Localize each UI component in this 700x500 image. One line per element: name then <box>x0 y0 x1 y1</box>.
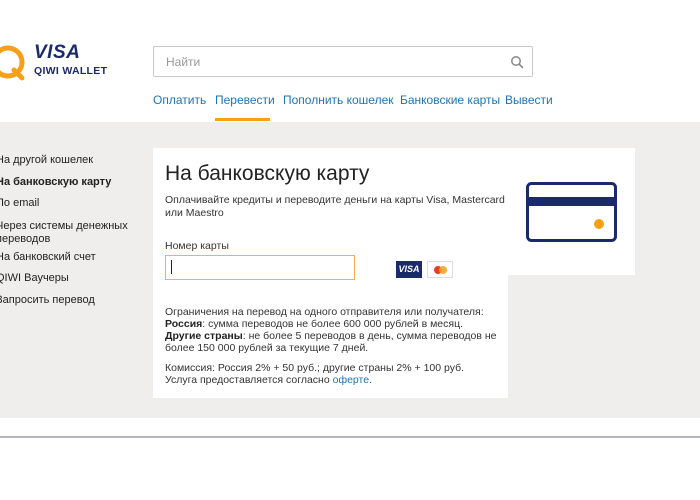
nav-active-indicator <box>215 118 270 121</box>
limits-russia-label: Россия <box>165 318 203 330</box>
sidebar-item-email[interactable]: По email <box>0 197 39 210</box>
header: VISA QIWI WALLET Оплатить Перевести Попо… <box>0 0 700 122</box>
limits-intro: Ограничения на перевод на одного отправи… <box>165 306 484 318</box>
sidebar-item-request-transfer[interactable]: Запросить перевод <box>0 294 95 307</box>
bank-card-illustration-icon <box>526 182 617 242</box>
search-box[interactable] <box>153 46 533 77</box>
sidebar-item-bank-account[interactable]: На банковский счет <box>0 251 96 264</box>
logo-qiwi-text: QIWI WALLET <box>34 65 108 77</box>
sidebar-item-money-transfer-line2: переводов <box>0 233 51 245</box>
nav-bank-cards[interactable]: Банковские карты <box>400 93 500 107</box>
sidebar-item-other-wallet[interactable]: На другой кошелек <box>0 154 93 167</box>
nav-transfer[interactable]: Перевести <box>215 93 275 107</box>
transfer-panel: На банковскую карту Оплачивайте кредиты … <box>153 148 508 398</box>
limits-other-label: Другие страны <box>165 330 243 342</box>
service-terms: Услуга предоставляется согласно оферте. <box>165 374 505 386</box>
limits-russia-text: : сумма переводов не более 600 000 рубле… <box>202 318 464 330</box>
offer-link[interactable]: оферте <box>333 374 369 386</box>
service-terms-text: Услуга предоставляется согласно <box>165 374 333 386</box>
footer-divider <box>0 436 700 438</box>
visa-card-icon: VISA <box>396 261 422 278</box>
sidebar-item-money-transfer-line1: Через системы денежных <box>0 220 128 232</box>
limits-russia: Россия: сумма переводов не более 600 000… <box>165 318 505 330</box>
visa-qiwi-wallet-logo[interactable]: VISA QIWI WALLET <box>0 40 110 84</box>
commission-text: Комиссия: Россия 2% + 50 руб.; другие ст… <box>165 362 465 374</box>
card-number-input[interactable] <box>165 255 355 280</box>
commission-info: Комиссия: Россия 2% + 50 руб.; другие ст… <box>165 362 505 386</box>
qiwi-logo-icon <box>0 45 25 81</box>
mastercard-icon <box>427 261 453 278</box>
sidebar-item-bank-card[interactable]: На банковскую карту <box>0 176 111 189</box>
page-description: Оплачивайте кредиты и переводите деньги … <box>165 194 505 219</box>
text-cursor <box>171 260 172 274</box>
search-icon[interactable] <box>510 55 524 69</box>
limits-other: Другие страны: не более 5 переводов в де… <box>165 330 505 354</box>
mastercard-orange-circle <box>439 266 447 274</box>
card-number-label: Номер карты <box>165 240 229 252</box>
nav-topup-wallet[interactable]: Пополнить кошелек <box>283 93 394 107</box>
service-terms-suffix: . <box>369 374 372 386</box>
sidebar-item-money-transfer[interactable]: Через системы денежных переводов <box>0 220 128 246</box>
sidebar-item-qiwi-vouchers[interactable]: QIWI Ваучеры <box>0 272 69 285</box>
nav-pay[interactable]: Оплатить <box>153 93 206 107</box>
search-input[interactable] <box>166 53 496 71</box>
logo-visa-text: VISA <box>34 42 81 63</box>
transfer-limits: Ограничения на перевод на одного отправи… <box>165 306 505 354</box>
nav-withdraw[interactable]: Вывести <box>505 93 553 107</box>
page-title: На банковскую карту <box>165 162 370 185</box>
